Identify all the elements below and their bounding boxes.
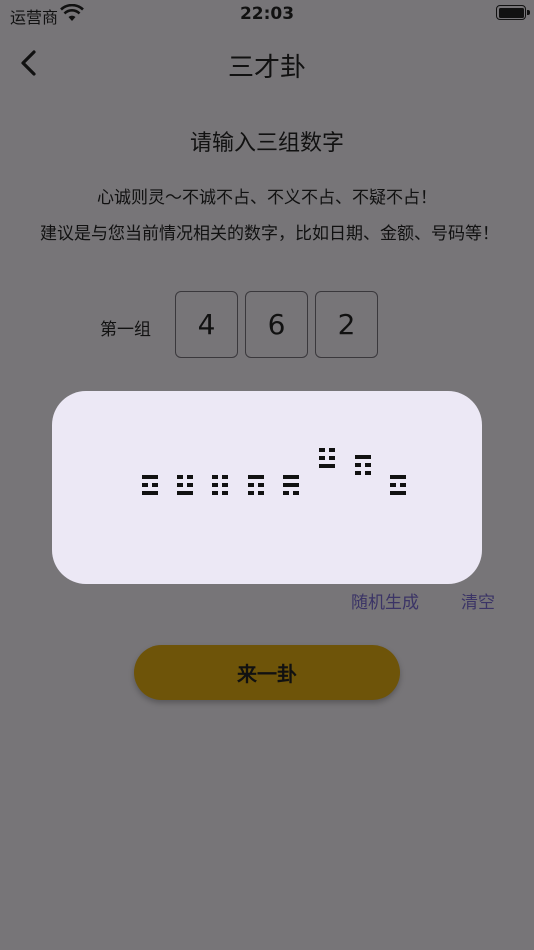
trigram-line	[142, 475, 158, 479]
trigram-icon	[283, 475, 299, 495]
trigram-line	[319, 464, 335, 468]
trigram-line	[319, 456, 335, 460]
trigram-icon	[142, 475, 158, 495]
digit-input-2[interactable]: 6	[245, 291, 308, 358]
motto-text: 心诚则灵～不诚不占、不义不占、不疑不占！	[97, 188, 437, 208]
trigram-line	[248, 491, 264, 495]
trigram-line	[355, 471, 371, 475]
trigram-icon	[248, 475, 264, 495]
trigram-line	[142, 483, 158, 487]
page-title: 三才卦	[227, 53, 306, 83]
advice-text: 建议是与您当前情况相关的数字，比如日期、金额、号码等！	[40, 224, 499, 244]
trigram-line	[212, 491, 228, 495]
status-time: 22:03	[239, 4, 295, 24]
group-label: 第一组	[100, 320, 151, 340]
loading-dialog	[52, 391, 482, 584]
trigram-line	[177, 491, 193, 495]
trigram-line	[142, 491, 158, 495]
divine-button[interactable]: 来一卦	[134, 645, 400, 700]
input-subtitle: 请输入三组数字	[189, 131, 344, 156]
trigram-line	[319, 448, 335, 452]
trigram-line	[177, 475, 193, 479]
trigram-line	[283, 491, 299, 495]
trigram-line	[212, 483, 228, 487]
trigram-icon	[355, 455, 371, 475]
trigram-line	[355, 463, 371, 467]
trigram-icon	[390, 475, 406, 495]
trigram-icon	[212, 475, 228, 495]
digit-input-3[interactable]: 2	[315, 291, 378, 358]
trigram-icon	[319, 448, 335, 468]
clear-link[interactable]: 清空	[461, 588, 495, 613]
trigram-line	[283, 475, 299, 479]
trigram-line	[283, 483, 299, 487]
trigram-line	[177, 483, 193, 487]
trigram-line	[355, 455, 371, 459]
trigram-line	[248, 483, 264, 487]
trigram-line	[248, 475, 264, 479]
trigram-line	[390, 483, 406, 487]
trigram-line	[212, 475, 228, 479]
battery-icon	[496, 5, 530, 20]
trigram-line	[390, 491, 406, 495]
digit-input-1[interactable]: 4	[175, 291, 238, 358]
status-bar: 运营商 22:03	[0, 0, 534, 30]
random-generate-link[interactable]: 随机生成	[351, 588, 419, 613]
trigram-icon	[177, 475, 193, 495]
trigram-line	[390, 475, 406, 479]
